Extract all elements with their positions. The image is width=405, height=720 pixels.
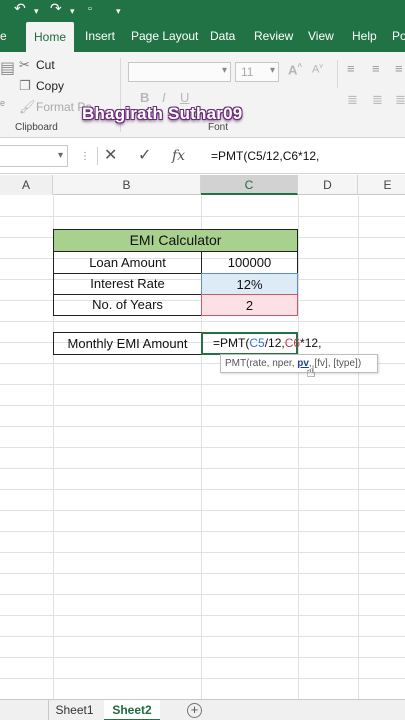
tooltip-suffix: , [fv], [type]) <box>308 358 362 369</box>
formula-token-c5: C5 <box>249 336 265 350</box>
interest-rate-label-cell[interactable]: Interest Rate <box>53 273 202 295</box>
gridline <box>298 196 299 699</box>
save-icon[interactable]: ▫ <box>88 2 92 16</box>
ribbon-separator <box>337 60 338 88</box>
align-right-icon[interactable]: ≣ <box>395 92 405 108</box>
name-box[interactable]: ▾ <box>0 145 68 167</box>
bold-icon[interactable]: B <box>140 90 149 105</box>
clipboard-group-label: Clipboard <box>15 122 58 133</box>
tab-home[interactable]: Home <box>26 22 74 52</box>
sheet-tab-bar: Sheet1 Sheet2 + <box>0 699 405 720</box>
underline-icon[interactable]: U <box>180 90 189 105</box>
font-size-value: 11 <box>241 65 254 79</box>
enter-check-icon[interactable]: ✓ <box>138 147 151 165</box>
ribbon-tabs: e Home Insert Page Layout Data Review Vi… <box>0 18 405 52</box>
undo-icon[interactable]: ↶ <box>14 1 26 15</box>
column-header-d[interactable]: D <box>298 175 358 195</box>
align-center-icon[interactable]: ≣ <box>372 92 383 108</box>
paste-partial-label: e <box>0 98 6 108</box>
decrease-font-icon[interactable]: Av <box>312 63 323 76</box>
excel-window: ↶ ▾ ↷ ▾ ▫ ▾ e Home Insert Page Layout Da… <box>0 0 405 720</box>
format-painter-icon[interactable]: 🖌 <box>19 99 36 115</box>
column-header-c[interactable]: C <box>201 175 298 195</box>
title-bar: ↶ ▾ ↷ ▾ ▫ ▾ <box>0 0 405 18</box>
formula-token: *12, <box>300 336 322 350</box>
align-top-icon[interactable]: ≡ <box>347 61 355 76</box>
copy-icon[interactable]: ❐ <box>19 78 31 94</box>
column-header-e[interactable]: E <box>358 175 405 195</box>
font-size-select[interactable]: 11 ▾ <box>235 62 279 82</box>
gridline <box>358 196 359 699</box>
tab-view[interactable]: View <box>308 18 334 52</box>
chevron-down-icon: ▾ <box>221 65 227 76</box>
tab-file[interactable]: e <box>0 18 7 52</box>
interest-rate-value-cell[interactable]: 12% <box>201 273 298 295</box>
creator-watermark: Bhagirath Suthar09 <box>82 104 243 123</box>
formula-bar-separator <box>97 147 98 165</box>
formula-token: =PMT( <box>213 336 250 350</box>
tab-data[interactable]: Data <box>210 18 235 52</box>
column-headers: A B C D E <box>0 175 405 195</box>
years-value-cell[interactable]: 2 <box>201 294 298 316</box>
increase-font-icon[interactable]: A^ <box>288 62 302 77</box>
formula-token-c6: C6 <box>284 336 301 350</box>
function-argument-tooltip[interactable]: PMT(rate, nper, pv, [fv], [type]) <box>220 354 378 373</box>
formula-input[interactable]: =PMT(C5/12,C6*12, <box>211 149 319 163</box>
emi-title-cell[interactable]: EMI Calculator <box>53 229 298 252</box>
years-label-cell[interactable]: No. of Years <box>53 294 202 316</box>
plus-icon[interactable]: + <box>187 703 202 718</box>
tooltip-prefix: PMT(rate, nper, <box>225 358 298 369</box>
align-bottom-icon[interactable]: ≡ <box>395 61 403 76</box>
monthly-emi-label-cell[interactable]: Monthly EMI Amount <box>53 332 202 355</box>
formula-bar: ▾ ⋮ ✕ ✓ fx =PMT(C5/12,C6*12, <box>0 139 405 174</box>
sheet-tab-sheet1[interactable]: Sheet1 <box>48 700 100 720</box>
formula-token: /12, <box>264 336 285 350</box>
scissors-icon[interactable]: ✂ <box>19 57 30 73</box>
undo-dropdown-icon[interactable]: ▾ <box>34 4 39 18</box>
tab-insert[interactable]: Insert <box>85 18 115 52</box>
tab-review[interactable]: Review <box>254 18 293 52</box>
ribbon-home: ▤ e ✂ Cut ❐ Copy 🖌 Format Pa Clipboard ▾… <box>0 52 405 138</box>
align-left-icon[interactable]: ≣ <box>347 92 358 108</box>
tab-help[interactable]: Help <box>352 18 377 52</box>
column-header-b[interactable]: B <box>53 175 201 195</box>
insert-function-icon[interactable]: fx <box>172 147 185 165</box>
loan-amount-label-cell[interactable]: Loan Amount <box>53 252 202 274</box>
redo-dropdown-icon[interactable]: ▾ <box>70 4 75 18</box>
font-name-select[interactable]: ▾ <box>128 62 231 82</box>
formula-bar-grip-icon[interactable]: ⋮ <box>80 148 90 166</box>
chevron-down-icon: ▾ <box>269 65 275 76</box>
align-middle-icon[interactable]: ≡ <box>372 61 380 76</box>
sheet-tab-sheet2[interactable]: Sheet2 <box>104 700 160 720</box>
qat-customize-icon[interactable]: ▾ <box>116 4 121 18</box>
chevron-down-icon: ▾ <box>57 150 63 161</box>
paste-icon[interactable]: ▤ <box>0 58 15 78</box>
cancel-icon[interactable]: ✕ <box>104 147 117 165</box>
italic-icon[interactable]: I <box>162 90 166 105</box>
copy-button[interactable]: Copy <box>36 79 64 93</box>
loan-amount-value-cell[interactable]: 100000 <box>201 252 298 274</box>
hand-pointer-icon: ☝ <box>306 364 316 381</box>
tab-page-layout[interactable]: Page Layout <box>131 18 198 52</box>
redo-icon[interactable]: ↷ <box>50 1 62 15</box>
tab-power[interactable]: Po <box>392 18 405 52</box>
monthly-emi-edit-cell[interactable]: =PMT(C5/12,C6*12, <box>201 332 321 355</box>
column-header-a[interactable]: A <box>0 175 53 195</box>
cut-button[interactable]: Cut <box>36 58 55 72</box>
